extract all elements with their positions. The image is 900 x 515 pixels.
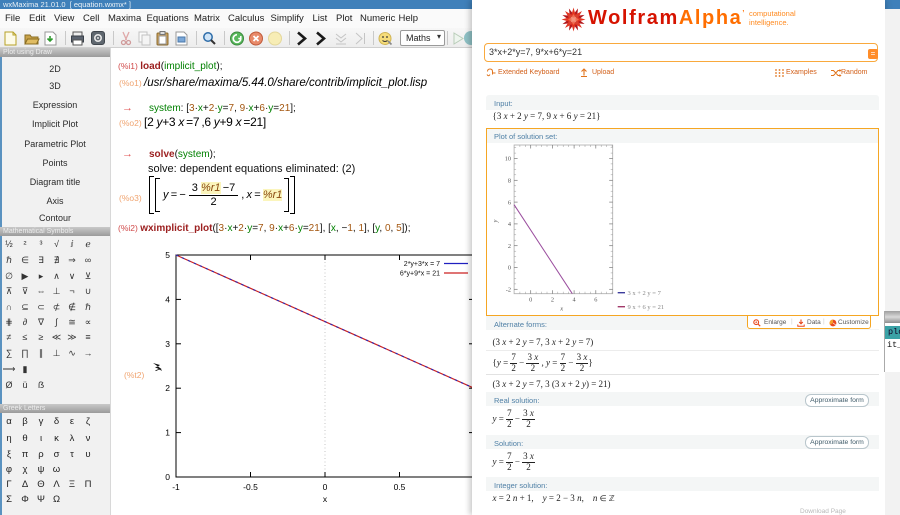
svg-text:0.5: 0.5 <box>394 482 406 492</box>
svg-text:5: 5 <box>165 250 170 260</box>
svg-text:6*y+9*x = 21: 6*y+9*x = 21 <box>400 271 440 278</box>
svg-text:9 x + 6 y = 21: 9 x + 6 y = 21 <box>628 304 665 311</box>
svg-text:2: 2 <box>165 383 170 393</box>
svg-text:x: x <box>323 494 328 504</box>
svg-text:-0.5: -0.5 <box>243 482 258 492</box>
svg-text:3 x + 2 y = 7: 3 x + 2 y = 7 <box>628 290 662 297</box>
svg-text:4: 4 <box>573 297 577 304</box>
svg-text:-2: -2 <box>506 287 511 294</box>
svg-text:10: 10 <box>505 156 511 163</box>
svg-text:4: 4 <box>165 294 170 304</box>
svg-text:1: 1 <box>165 428 170 438</box>
svg-text:6: 6 <box>508 199 511 206</box>
svg-text:y: y <box>492 219 499 223</box>
svg-text:0: 0 <box>165 472 170 482</box>
svg-text:-1: -1 <box>172 482 180 492</box>
svg-text:2*y+3*x = 7: 2*y+3*x = 7 <box>404 261 440 268</box>
svg-text:2: 2 <box>508 243 511 250</box>
svg-text:x: x <box>559 306 563 313</box>
svg-text:0: 0 <box>508 265 511 272</box>
svg-text:8: 8 <box>508 178 511 185</box>
svg-text:0: 0 <box>529 297 532 304</box>
svg-text:0: 0 <box>323 482 328 492</box>
svg-text:4: 4 <box>508 221 512 228</box>
svg-text:6: 6 <box>594 297 597 304</box>
svg-text:2: 2 <box>551 297 554 304</box>
svg-text:3: 3 <box>165 339 170 349</box>
